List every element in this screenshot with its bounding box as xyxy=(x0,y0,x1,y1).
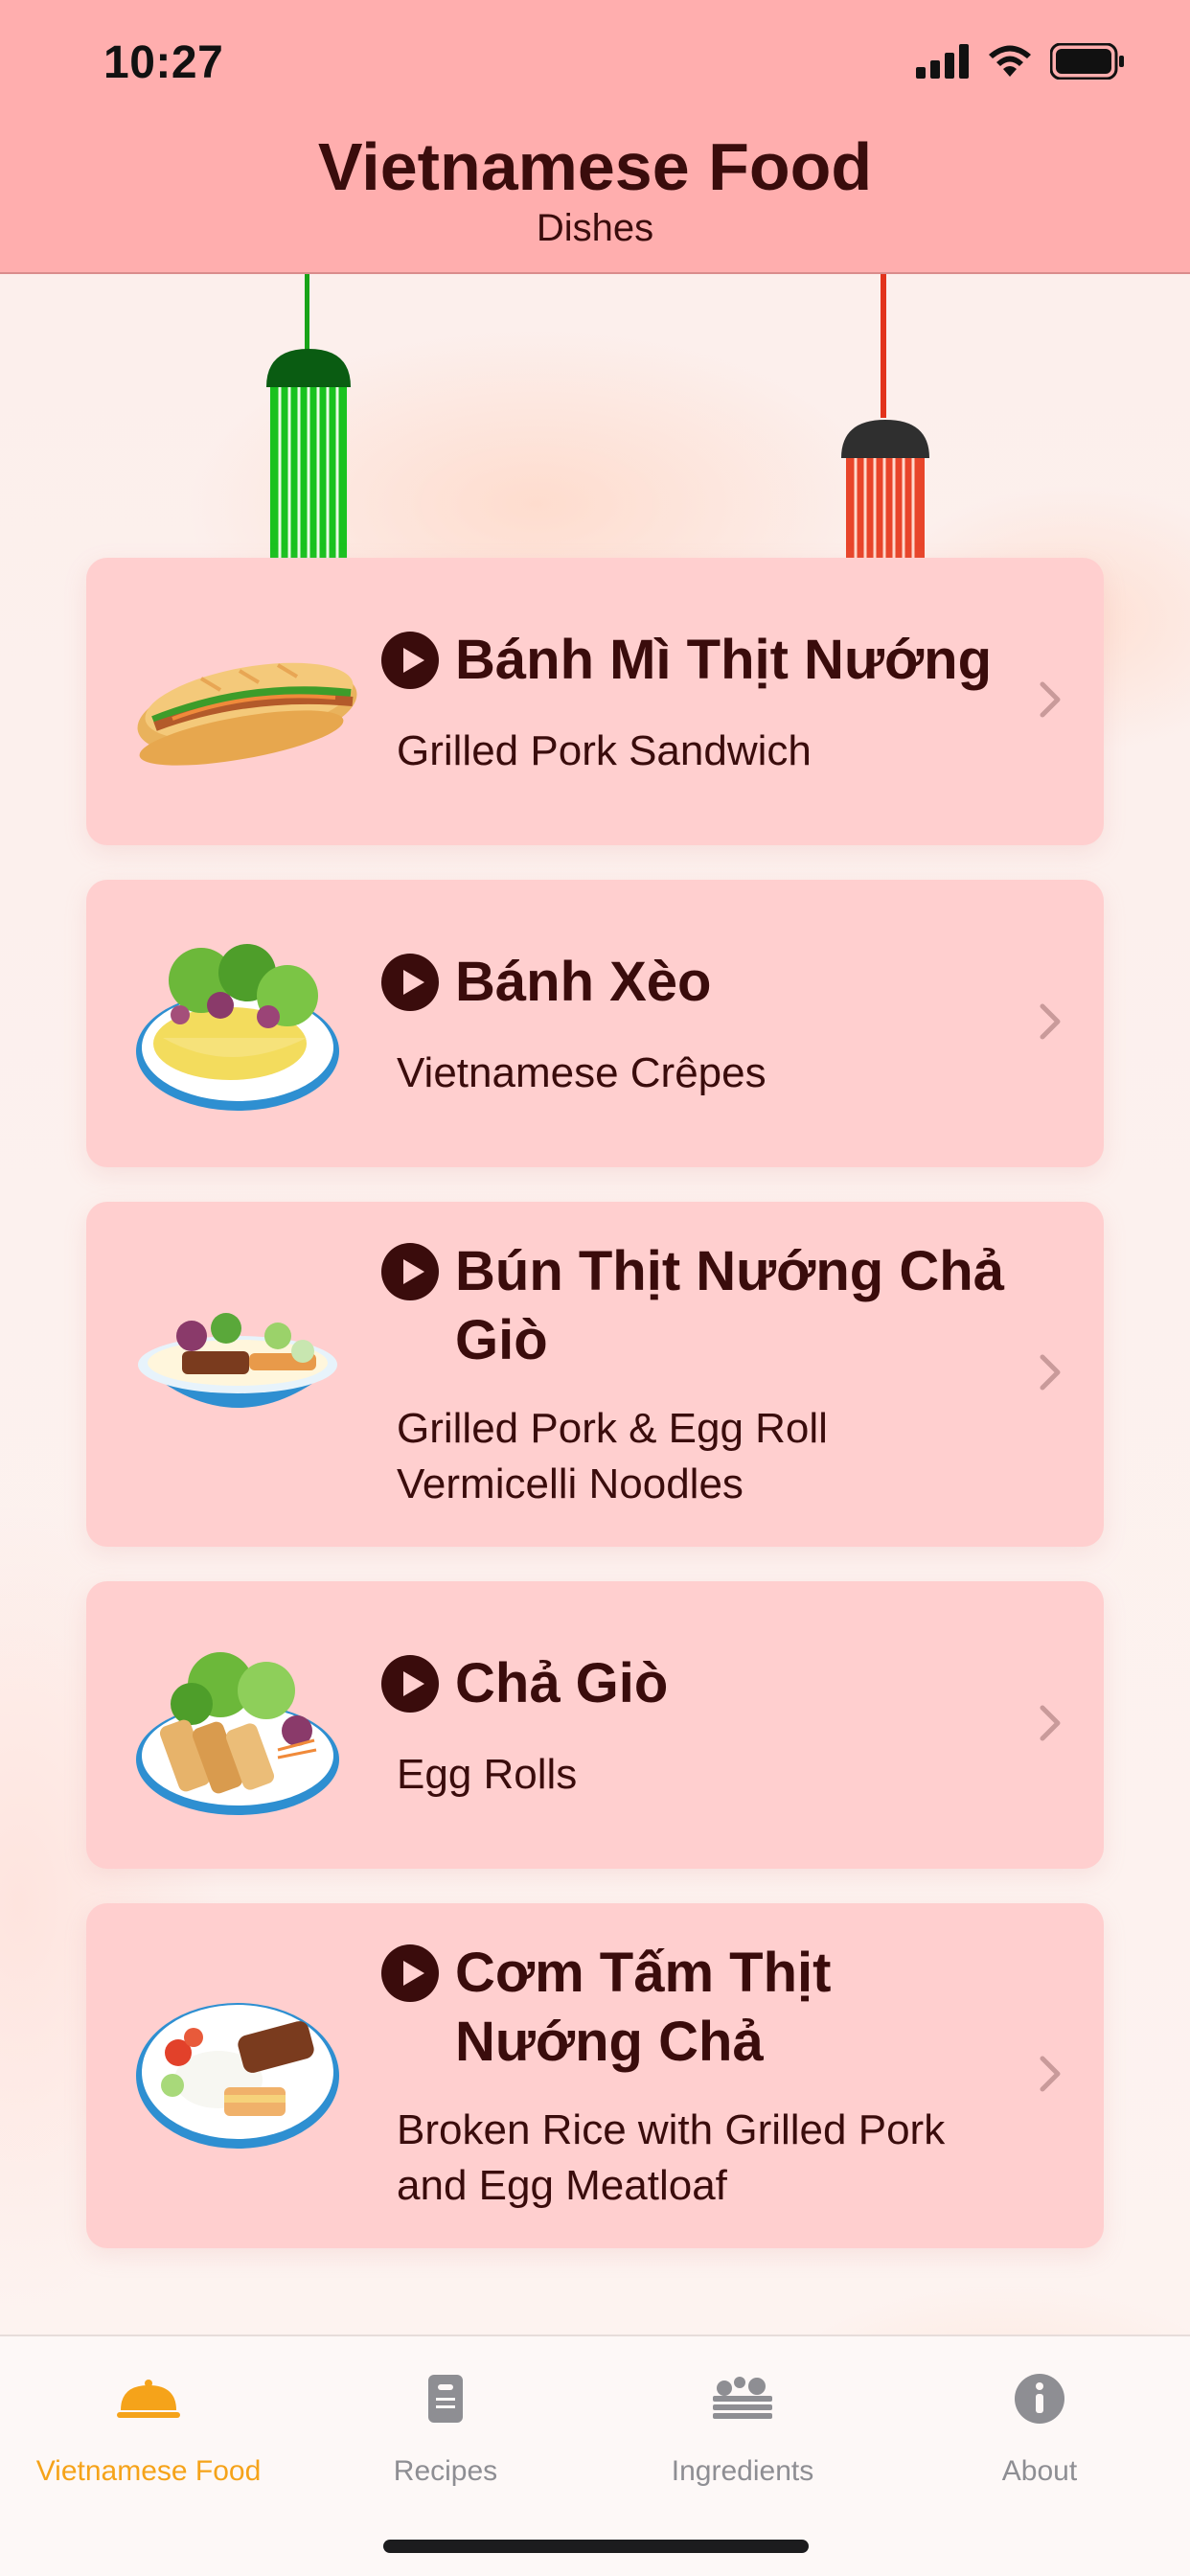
com-tam-image xyxy=(136,2003,339,2149)
dish-name: Bánh Mì Thịt Nướng xyxy=(455,629,993,691)
tab-label: Ingredients xyxy=(671,2455,814,2487)
cha-gio-image xyxy=(136,1652,339,1815)
green-lantern-decoration xyxy=(266,274,351,562)
wifi-icon xyxy=(989,45,1031,77)
dish-row-banh-mi[interactable]: Bánh Mì Thịt Nướng Grilled Pork Sandwich xyxy=(86,558,1104,845)
ingredients-icon xyxy=(713,2377,772,2419)
dish-description: Grilled Pork & Egg Roll Vermicelli Noodl… xyxy=(397,1405,828,1507)
dish-name: Bánh Xèo xyxy=(455,951,712,1013)
red-lantern-decoration xyxy=(841,274,929,562)
dish-row-bun-thit-nuong-cha-gio[interactable]: Bún Thịt Nướng Chả Giò Grilled Pork & Eg… xyxy=(86,1202,1104,1547)
dish-row-cha-gio[interactable]: Chả Giò Egg Rolls xyxy=(86,1581,1104,1869)
dish-name: Chả Giò xyxy=(455,1652,669,1714)
banh-mi-image xyxy=(137,662,357,766)
play-video-icon[interactable] xyxy=(381,1944,439,2002)
chevron-right-icon xyxy=(1040,1705,1061,1741)
chevron-right-icon xyxy=(1040,1354,1061,1391)
page-title: Vietnamese Food xyxy=(317,129,873,204)
tab-vietnamese-food[interactable]: Vietnamese Food xyxy=(0,2336,297,2509)
tab-label: Recipes xyxy=(393,2455,498,2487)
dish-description: Egg Rolls xyxy=(397,1751,578,1798)
dish-row-com-tam[interactable]: Cơm Tấm Thịt Nướng Chả Broken Rice with … xyxy=(86,1903,1104,2248)
dish-name: Cơm Tấm Thịt Nướng Chả xyxy=(455,1942,832,2073)
cellular-signal-icon xyxy=(916,44,969,79)
navigation-header: 10:27 Vietnamese Food Dishes xyxy=(0,0,1190,274)
recipe-card-icon xyxy=(428,2375,463,2423)
battery-icon xyxy=(1050,43,1124,80)
home-indicator[interactable] xyxy=(383,2540,809,2553)
chevron-right-icon xyxy=(1040,681,1061,718)
banh-xeo-image xyxy=(136,944,339,1111)
play-video-icon[interactable] xyxy=(381,1655,439,1713)
dish-name: Bún Thịt Nướng Chả Giò xyxy=(455,1240,1004,1371)
chevron-right-icon xyxy=(1040,2056,1061,2092)
play-video-icon[interactable] xyxy=(381,632,439,689)
bun-thit-nuong-image xyxy=(138,1313,337,1408)
dish-description: Vietnamese Crêpes xyxy=(397,1049,767,1096)
dish-description: Broken Rice with Grilled Pork and Egg Me… xyxy=(397,2106,946,2209)
play-video-icon[interactable] xyxy=(381,954,439,1011)
dish-row-banh-xeo[interactable]: Bánh Xèo Vietnamese Crêpes xyxy=(86,880,1104,1167)
chevron-right-icon xyxy=(1040,1003,1061,1040)
page-subtitle: Dishes xyxy=(536,207,654,249)
status-time: 10:27 xyxy=(103,37,224,88)
tab-label: About xyxy=(1001,2455,1078,2487)
dish-description: Grilled Pork Sandwich xyxy=(397,727,812,774)
tab-about[interactable]: About xyxy=(891,2336,1188,2509)
tab-label: Vietnamese Food xyxy=(35,2455,262,2487)
status-icons xyxy=(916,42,1125,80)
tab-ingredients[interactable]: Ingredients xyxy=(594,2336,891,2509)
play-video-icon[interactable] xyxy=(381,1243,439,1300)
info-icon xyxy=(1015,2374,1064,2424)
food-cloche-icon xyxy=(117,2380,180,2418)
tab-recipes[interactable]: Recipes xyxy=(297,2336,594,2509)
